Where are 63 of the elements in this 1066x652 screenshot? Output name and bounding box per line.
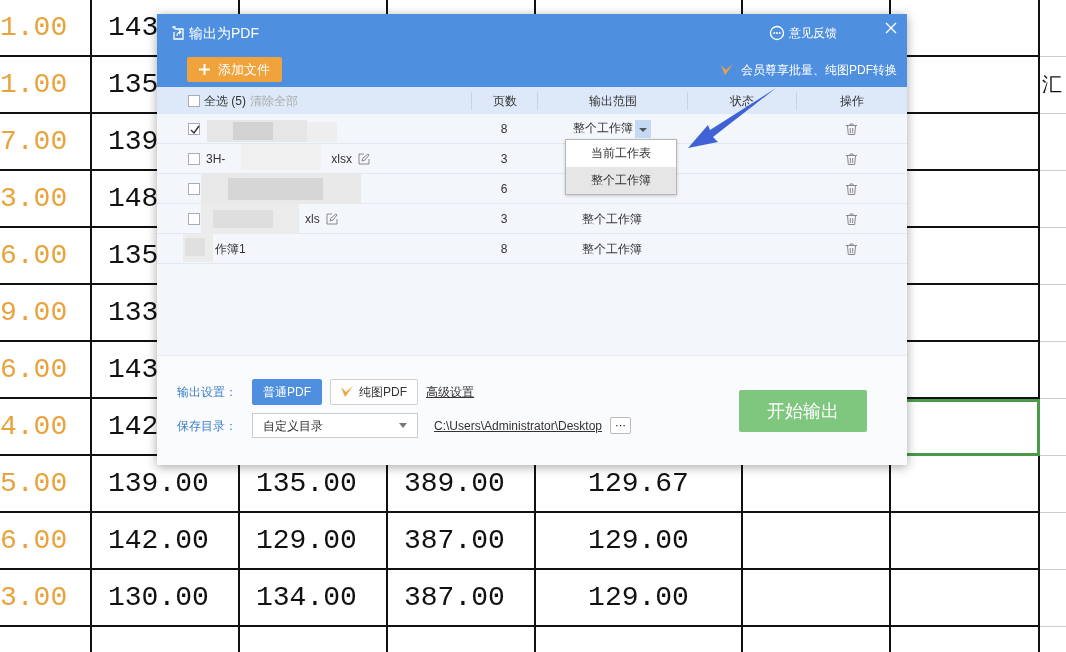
checkbox[interactable] (188, 182, 200, 195)
table-cell: 142.00 (92, 513, 240, 570)
table-cell: 7.00 (0, 114, 92, 171)
column-header: 操作 (840, 93, 864, 108)
promo-text: 会员尊享批量、纯图PDF转换 (741, 61, 897, 79)
table-cell: 130.00 (92, 570, 240, 627)
trash-icon[interactable] (846, 123, 857, 136)
range-value[interactable]: 整个工作簿 (573, 121, 633, 136)
export-icon (171, 26, 185, 40)
checkbox[interactable] (188, 212, 200, 225)
table-cell: 1.00 (0, 0, 92, 57)
table-cell: 1.00 (0, 57, 92, 114)
edit-icon[interactable] (325, 212, 338, 225)
edit-icon[interactable] (358, 152, 370, 165)
trash-icon[interactable] (846, 183, 857, 196)
page-count: 3 (500, 211, 508, 226)
vip-icon (341, 386, 355, 398)
table-cell: 129.00 (536, 570, 743, 627)
trash-icon[interactable] (846, 153, 857, 166)
table-cell: 387.00 (388, 513, 536, 570)
table-cell: 6.00 (0, 513, 92, 570)
page-count: 3 (500, 151, 508, 166)
file-name: xls (305, 210, 320, 228)
table-cell: 3.00 (0, 171, 92, 228)
column-header: 输出范围 (588, 93, 637, 108)
checkbox[interactable] (188, 122, 200, 135)
page-count: 6 (500, 181, 508, 196)
advanced-settings-link[interactable]: 高级设置 (426, 383, 474, 401)
chat-icon (769, 25, 785, 41)
file-name: xlsx (331, 150, 352, 168)
more-button[interactable]: ··· (610, 417, 632, 434)
table-cell: 9.00 (0, 285, 92, 342)
table-cell: 4.00 (0, 399, 92, 456)
page-count: 8 (500, 121, 508, 136)
checkbox[interactable] (188, 152, 200, 165)
table-cell: 6.00 (0, 228, 92, 285)
table-cell: 129.00 (240, 513, 388, 570)
settings-label: 输出设置： (177, 384, 238, 401)
table-cell: 129.00 (536, 513, 743, 570)
caret-icon (399, 423, 407, 428)
table-cell: 3.00 (0, 570, 92, 627)
trash-icon[interactable] (846, 243, 857, 256)
range-value: 整个工作簿 (582, 211, 642, 226)
range-value: 整个工作簿 (582, 241, 642, 256)
path-link[interactable]: C:\Users\Administrator\Desktop (434, 416, 603, 435)
table-cell: 5.00 (0, 456, 92, 513)
checkbox[interactable] (188, 94, 200, 107)
table-cell: 134.00 (240, 570, 388, 627)
trash-icon[interactable] (846, 213, 857, 226)
table-cell: 6.00 (0, 342, 92, 399)
mode-button[interactable]: 纯图PDF (330, 379, 418, 405)
close-icon[interactable] (885, 22, 897, 34)
page-count: 8 (500, 241, 508, 256)
table-cell: 387.00 (388, 570, 536, 627)
table-cell: 汇 (1040, 57, 1066, 114)
vip-icon (721, 63, 733, 76)
file-name: 3H- (206, 150, 226, 168)
directory-select[interactable]: 自定义目录 (252, 413, 418, 438)
menu-item[interactable]: 整个工作簿 (566, 167, 676, 194)
column-header: 页数 (492, 93, 517, 108)
menu-item[interactable]: 当前工作表 (566, 140, 676, 167)
directory-label: 保存目录： (177, 417, 238, 435)
plus-icon (199, 64, 210, 75)
